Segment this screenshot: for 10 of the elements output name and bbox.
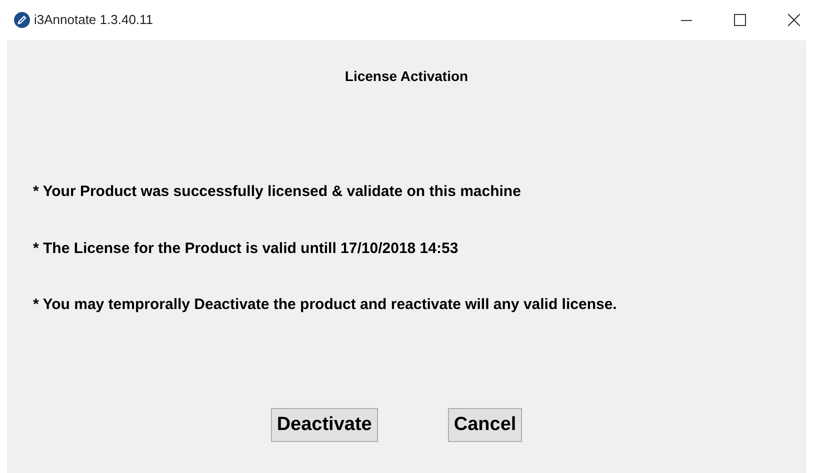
window-title: i3Annotate 1.3.40.11 (34, 11, 154, 30)
message-text: * Your Product was successfully licensed & validate on this machine (33, 182, 522, 202)
dialog-heading: License Activation (344, 67, 470, 86)
message-text: * The License for the Product is valid untill 17/10/2018 14:53 (33, 238, 460, 258)
message-text: * You may temprorally Deactivate the product and reactivate will any valid license. (33, 295, 618, 315)
app-logo-icon (14, 12, 30, 28)
close-icon (788, 14, 800, 26)
deactivate-button[interactable]: Deactivate (270, 408, 378, 442)
maximize-icon (734, 14, 746, 26)
cancel-button[interactable]: Cancel (448, 408, 522, 442)
